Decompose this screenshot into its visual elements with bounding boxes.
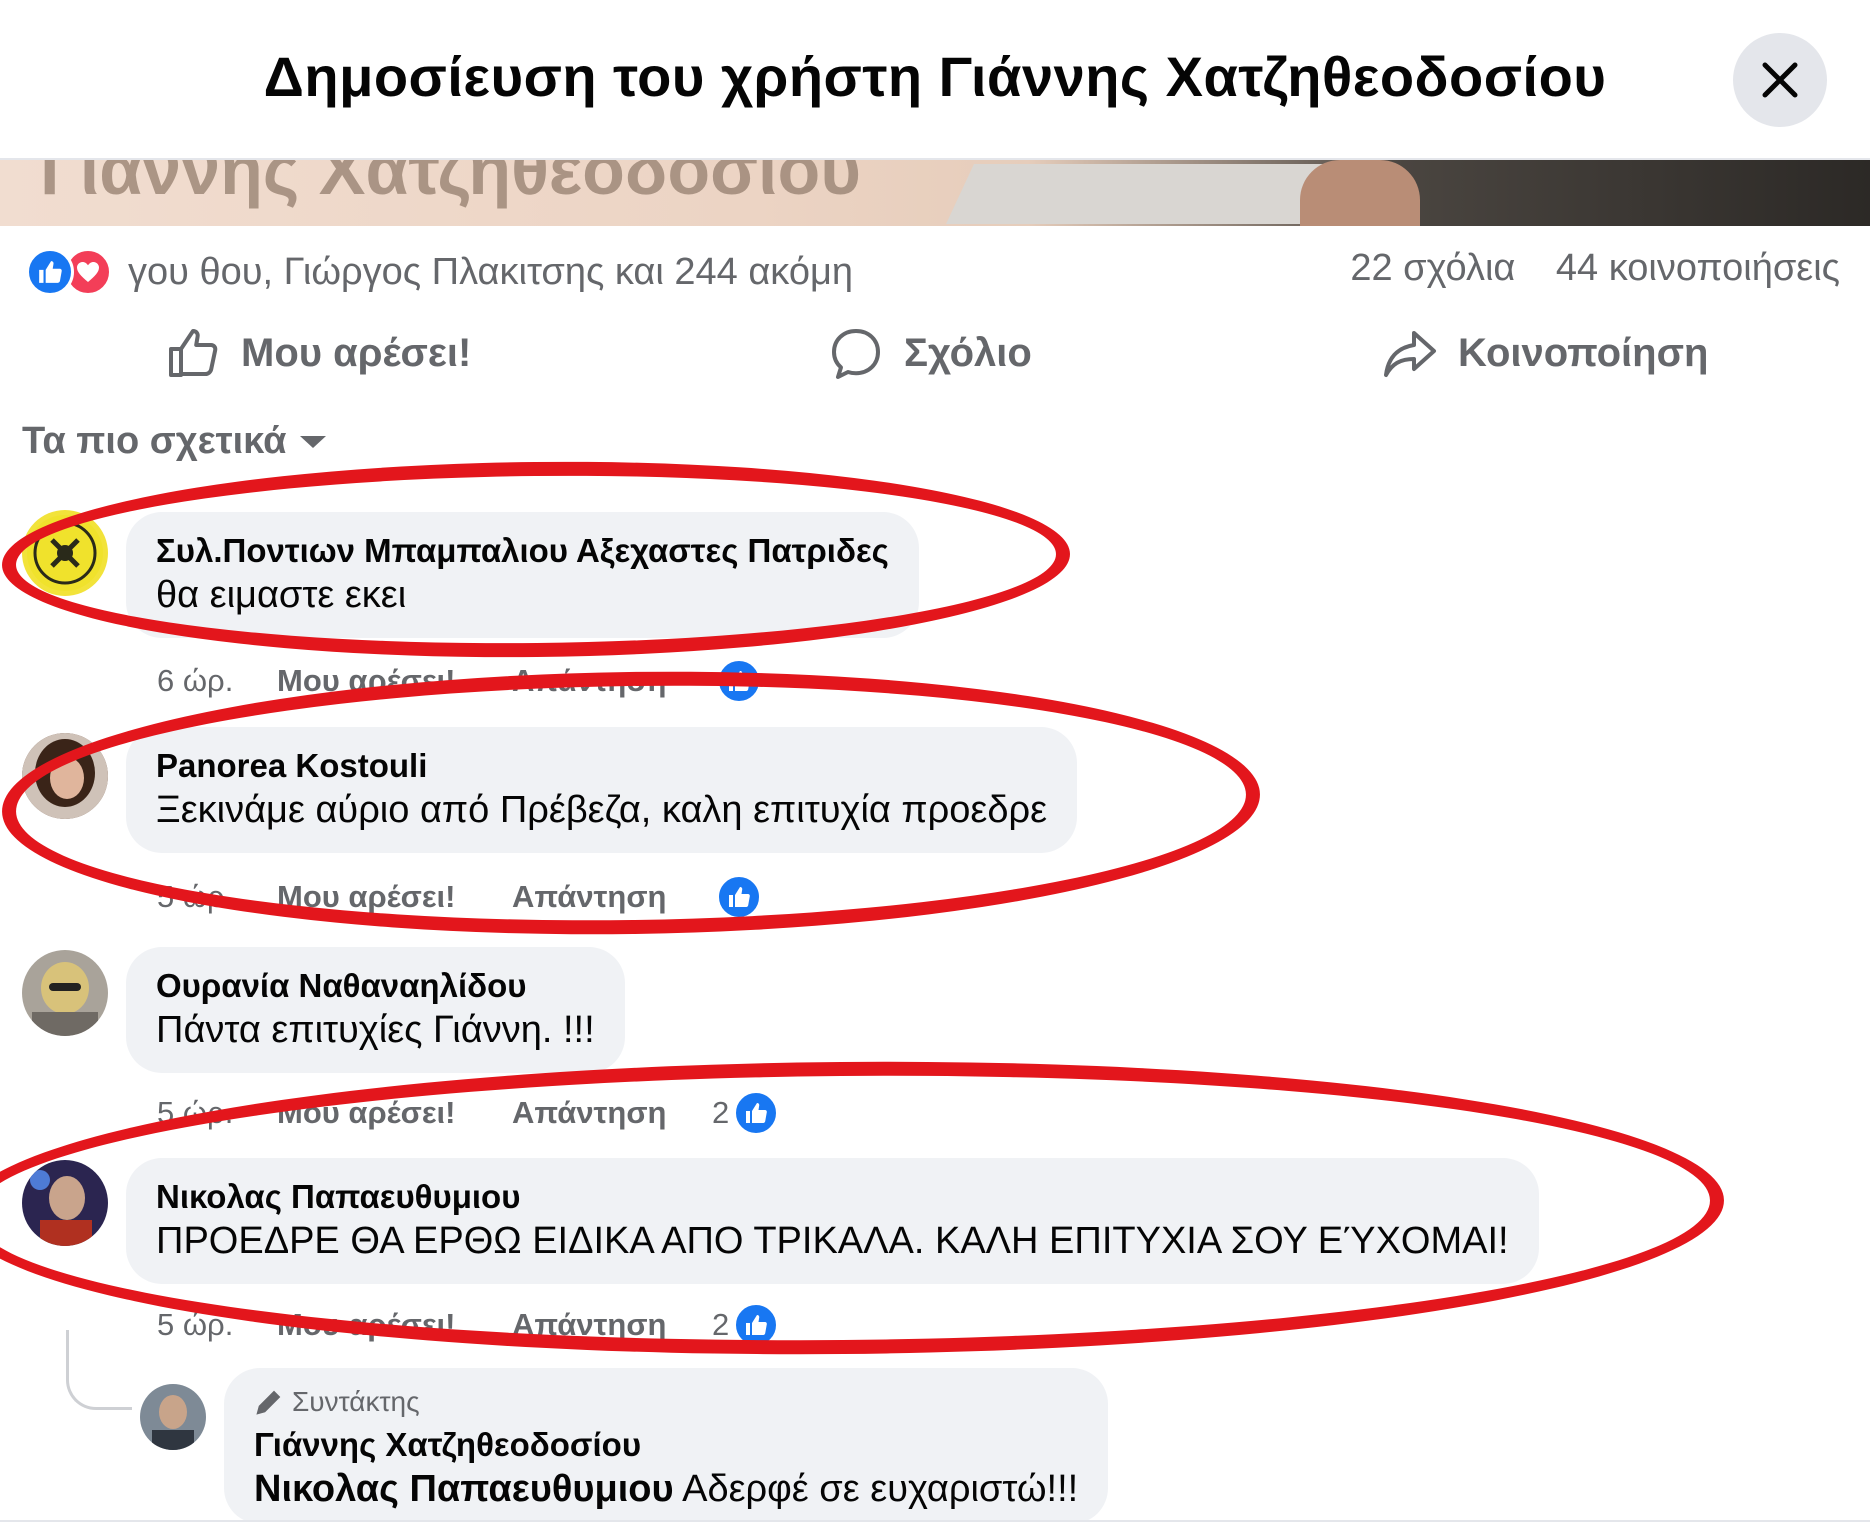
share-icon <box>1384 331 1436 377</box>
close-icon <box>1762 62 1798 98</box>
dialog-header: Δημοσίευση του χρήστη Γιάννης Χατζηθεοδο… <box>0 0 1870 160</box>
dialog-title: Δημοσίευση του χρήστη Γιάννης Χατζηθεοδο… <box>263 45 1607 108</box>
sort-label: Τα πιο σχετικά <box>22 420 287 462</box>
avatar[interactable] <box>22 950 108 1036</box>
dialog-bottom-edge <box>0 1520 1870 1535</box>
reactions-summary-text[interactable]: γου θου, Γιώργος Πλακιτσης και 244 ακόμη <box>128 251 853 294</box>
comment-bubble: Συντάκτης Γιάννης Χατζηθεοδοσίου Νικολας… <box>224 1368 1109 1524</box>
pencil-icon <box>256 1390 281 1415</box>
comments-count[interactable]: 22 σχόλια <box>1350 247 1515 289</box>
author-badge: Συντάκτης <box>254 1384 1078 1420</box>
post-actions: Μου αρέσει! Σχόλιο Κοινοποίηση <box>0 318 1870 388</box>
comment-button[interactable]: Σχόλιο <box>828 318 1032 388</box>
author-badge-label: Συντάκτης <box>292 1386 420 1417</box>
like-reaction-icon <box>26 248 74 296</box>
comment-button-label: Σχόλιο <box>904 330 1032 375</box>
mention-link[interactable]: Νικολας Παπαευθυμιου <box>254 1468 674 1510</box>
comment-bubble: Ουρανία Ναθαναηλίδου Πάντα επιτυχίες Γιά… <box>126 947 625 1073</box>
sort-dropdown[interactable]: Τα πιο σχετικά <box>22 420 327 463</box>
share-button-label: Κοινοποίηση <box>1458 330 1709 375</box>
reply-thread-line <box>66 1330 132 1410</box>
post-image-overlay-text: Γιάννης Χατζηθεοδοσίου <box>40 160 861 209</box>
post-image-hand <box>1300 160 1420 226</box>
engagement-counts: 22 σχόλια 44 κοινοποιήσεις <box>1320 247 1840 290</box>
comment-icon <box>832 329 880 379</box>
avatar[interactable] <box>140 1384 206 1450</box>
comment-text: Πάντα επιτυχίες Γιάννη. !!! <box>156 1009 595 1051</box>
reactions-summary[interactable]: γου θου, Γιώργος Πλακιτσης και 244 ακόμη <box>26 247 853 297</box>
share-button[interactable]: Κοινοποίηση <box>1382 318 1708 388</box>
annotation-ellipse <box>0 663 1262 943</box>
like-button[interactable]: Μου αρέσει! <box>165 318 471 388</box>
comment-text: Νικολας Παπαευθυμιου Αδερφέ σε ευχαριστώ… <box>254 1466 1078 1512</box>
like-button-label: Μου αρέσει! <box>241 330 472 375</box>
thumbs-up-icon <box>169 329 218 377</box>
comment-author[interactable]: Ουρανία Ναθαναηλίδου <box>156 965 595 1007</box>
caret-down-icon <box>300 435 327 448</box>
post-image[interactable]: Γιάννης Χατζηθεοδοσίου <box>0 160 1870 226</box>
shares-count[interactable]: 44 κοινοποιήσεις <box>1556 247 1840 289</box>
reply-text: Αδερφέ σε ευχαριστώ!!! <box>682 1468 1079 1510</box>
comment-time[interactable]: 6 ώρ. <box>157 663 277 699</box>
post-image-paper <box>946 164 1334 224</box>
annotation-ellipse <box>1 456 1071 663</box>
comment-author[interactable]: Γιάννης Χατζηθεοδοσίου <box>254 1424 1078 1466</box>
close-button[interactable] <box>1733 33 1827 127</box>
